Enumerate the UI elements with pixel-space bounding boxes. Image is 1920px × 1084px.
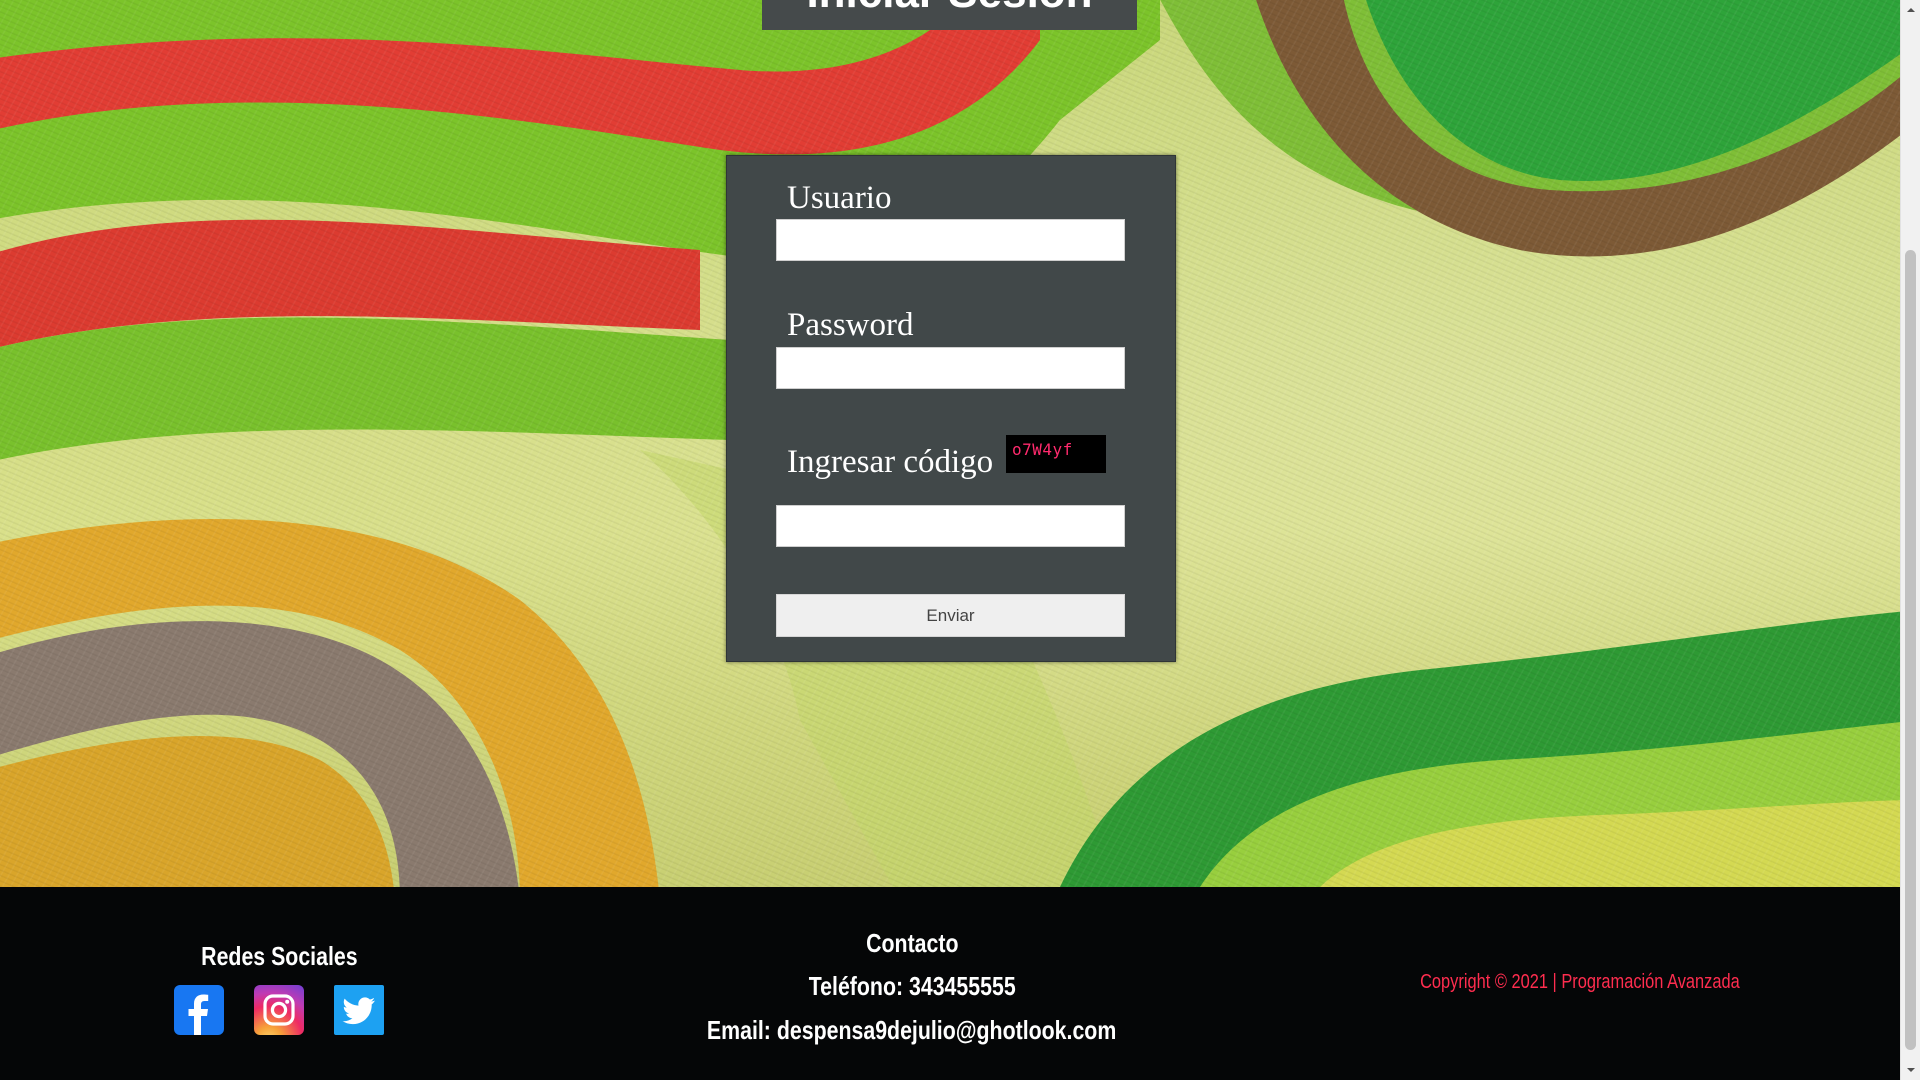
password-input[interactable] [776,347,1125,389]
instagram-glyph [263,994,295,1026]
facebook-icon[interactable] [174,985,224,1035]
page-title: Iniciar Sesión [762,0,1137,30]
username-label: Usuario [787,180,892,216]
twitter-glyph [342,997,375,1025]
captcha-image: o7W4yf [1006,435,1106,473]
login-card: Usuario Password Ingresar código o7W4yf … [726,155,1176,662]
captcha-input[interactable] [776,505,1125,547]
twitter-icon[interactable] [334,985,384,1035]
scroll-down-arrow-icon[interactable] [1901,1060,1920,1080]
copyright-text: Copyright © 2021 | Programación Avanzada [1420,971,1740,993]
contact-title: Contacto [612,928,1212,959]
contact-phone-text: Teléfono: 343455555 [808,971,1016,1001]
contact-email-text[interactable]: Email: despensa9dejulio@ghotlook.com [707,1015,1116,1046]
facebook-glyph [188,994,209,1035]
username-input[interactable] [776,219,1125,261]
password-label: Password [787,307,914,343]
contact-email[interactable]: Email: despensa9dejulio@ghotlook.com [612,1015,1212,1046]
copyright: Copyright © 2021 | Programación Avanzada [1380,971,1780,994]
vertical-scrollbar[interactable] [1900,0,1920,1080]
contact-title-text: Contacto [865,928,959,958]
contact-phone: Teléfono: 343455555 [612,971,1212,1002]
page-viewport: Iniciar Sesión Usuario Password Ingresar… [0,0,1900,1080]
social-title-text: Redes Sociales [200,941,358,971]
captcha-label: Ingresar código [787,444,994,480]
instagram-icon[interactable] [254,985,304,1035]
submit-button[interactable]: Enviar [776,594,1125,637]
scrollbar-thumb[interactable] [1905,250,1916,1050]
site-footer: Redes Sociales Contacto Teléfono: 343455… [0,887,1900,1080]
social-title: Redes Sociales [129,941,429,972]
scroll-up-arrow-icon[interactable] [1901,0,1920,20]
